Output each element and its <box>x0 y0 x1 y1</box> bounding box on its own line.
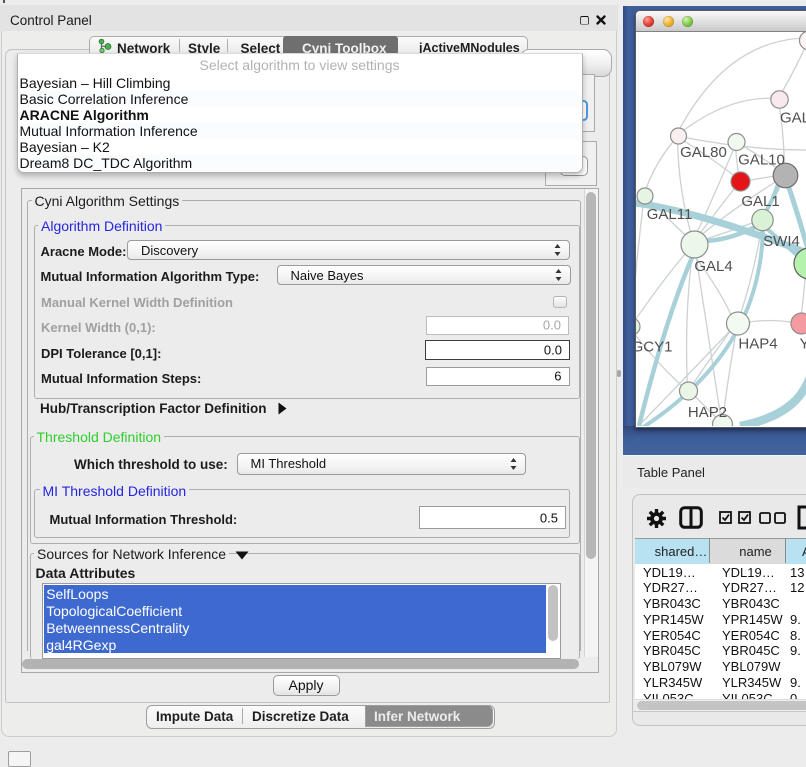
svg-text:GAL1: GAL1 <box>741 193 779 210</box>
svg-text:SWI4: SWI4 <box>763 233 800 250</box>
svg-text:YJ: YJ <box>799 335 806 352</box>
svg-text:GAL11: GAL11 <box>646 206 692 223</box>
svg-text:GCY1: GCY1 <box>636 338 672 355</box>
svg-text:GAL4: GAL4 <box>694 258 732 275</box>
svg-text:GAL2: GAL2 <box>780 109 806 126</box>
svg-text:HAP2: HAP2 <box>687 404 726 421</box>
svg-text:HAP4: HAP4 <box>738 335 777 352</box>
svg-text:GAL10: GAL10 <box>738 151 785 168</box>
svg-text:GAL80: GAL80 <box>680 144 727 161</box>
